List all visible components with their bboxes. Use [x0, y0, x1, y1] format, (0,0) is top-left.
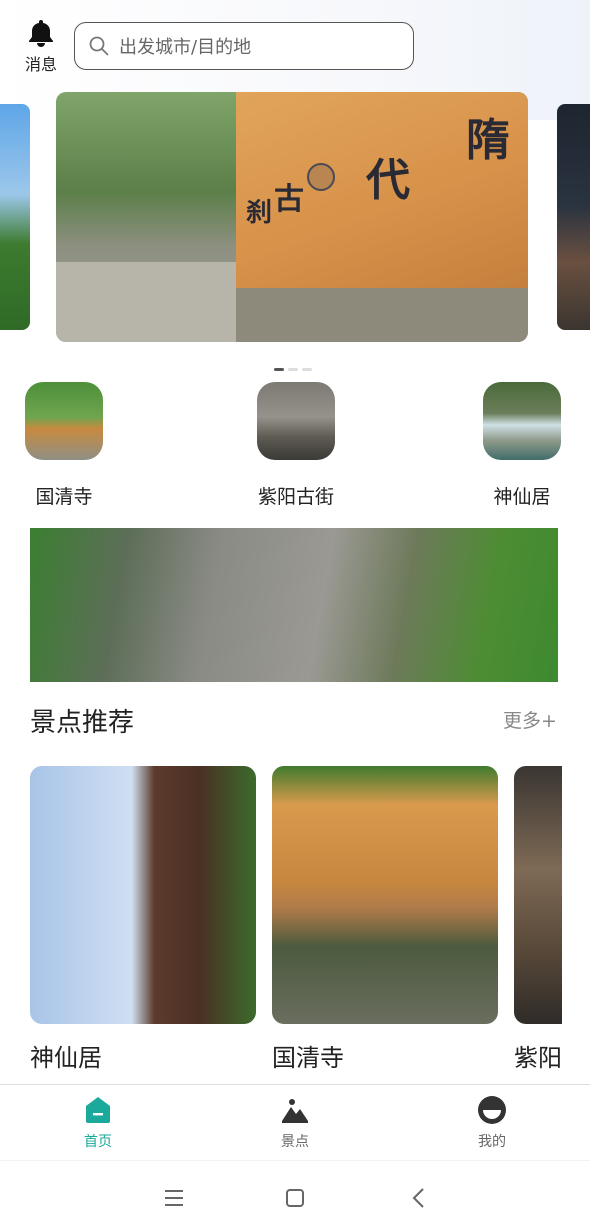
section-title: 景点推荐	[30, 708, 135, 738]
system-navigation-bar	[0, 1160, 590, 1232]
search-icon	[89, 36, 109, 56]
back-icon[interactable]	[404, 1183, 434, 1213]
tab-label: 我的	[478, 1134, 506, 1150]
quick-entry-ziyang-street[interactable]: 紫阳古街	[246, 382, 346, 509]
home-square-icon[interactable]	[280, 1183, 310, 1213]
indicator-dot	[288, 368, 298, 371]
wall-char-4: 刹	[246, 198, 273, 228]
wall-emblem	[307, 163, 335, 191]
quick-entry-label: 神仙居	[493, 486, 551, 508]
recommend-card-image[interactable]	[30, 766, 256, 1024]
indicator-dot	[274, 368, 284, 371]
home-icon	[86, 1097, 110, 1123]
wall-char-2: 代	[366, 155, 410, 206]
carousel-slide-next[interactable]	[557, 104, 590, 330]
tab-profile[interactable]: 我的	[442, 1095, 542, 1151]
indicator-dot	[302, 368, 312, 371]
slide-wall-base	[236, 288, 528, 342]
recommend-card-title[interactable]: 紫阳	[514, 1038, 562, 1073]
recommend-card-image[interactable]	[272, 766, 498, 1024]
bell-icon	[29, 20, 53, 47]
quick-entry-thumb	[483, 382, 561, 460]
message-label: 消息	[24, 55, 57, 74]
tab-label: 景点	[281, 1134, 309, 1150]
carousel-indicator	[274, 356, 316, 375]
wall-char-3: 古	[274, 182, 304, 217]
search-input[interactable]	[117, 31, 401, 63]
quick-entry-label: 紫阳古街	[257, 486, 334, 508]
carousel-slide-main[interactable]: 隋 代 古 刹	[56, 92, 528, 342]
carousel-slide-prev[interactable]	[0, 104, 30, 330]
tab-home[interactable]: 首页	[48, 1095, 148, 1151]
profile-icon	[478, 1096, 506, 1124]
menu-icon[interactable]	[159, 1183, 189, 1213]
quick-entry-guoqing-temple[interactable]: 国清寺	[10, 382, 118, 509]
more-link[interactable]: 更多+	[503, 706, 557, 733]
message-button[interactable]: 消息	[18, 18, 64, 75]
recommend-card-title[interactable]: 国清寺	[272, 1038, 344, 1073]
tab-attractions[interactable]: 景点	[245, 1095, 345, 1151]
recommend-card-image[interactable]	[514, 766, 562, 1024]
quick-entry-shenxianju[interactable]: 神仙居	[472, 382, 572, 509]
wall-char-1: 隋	[466, 115, 510, 166]
mountain-icon	[282, 1099, 308, 1123]
tab-label: 首页	[84, 1134, 112, 1150]
quick-entry-label: 国清寺	[35, 486, 93, 508]
bottom-tab-bar: 首页 景点 我的	[0, 1084, 590, 1161]
quick-entry-thumb	[257, 382, 335, 460]
quick-entry-thumb	[25, 382, 103, 460]
search-bar[interactable]	[74, 22, 414, 70]
promo-banner[interactable]	[30, 528, 558, 682]
recommend-card-title[interactable]: 神仙居	[30, 1038, 102, 1073]
